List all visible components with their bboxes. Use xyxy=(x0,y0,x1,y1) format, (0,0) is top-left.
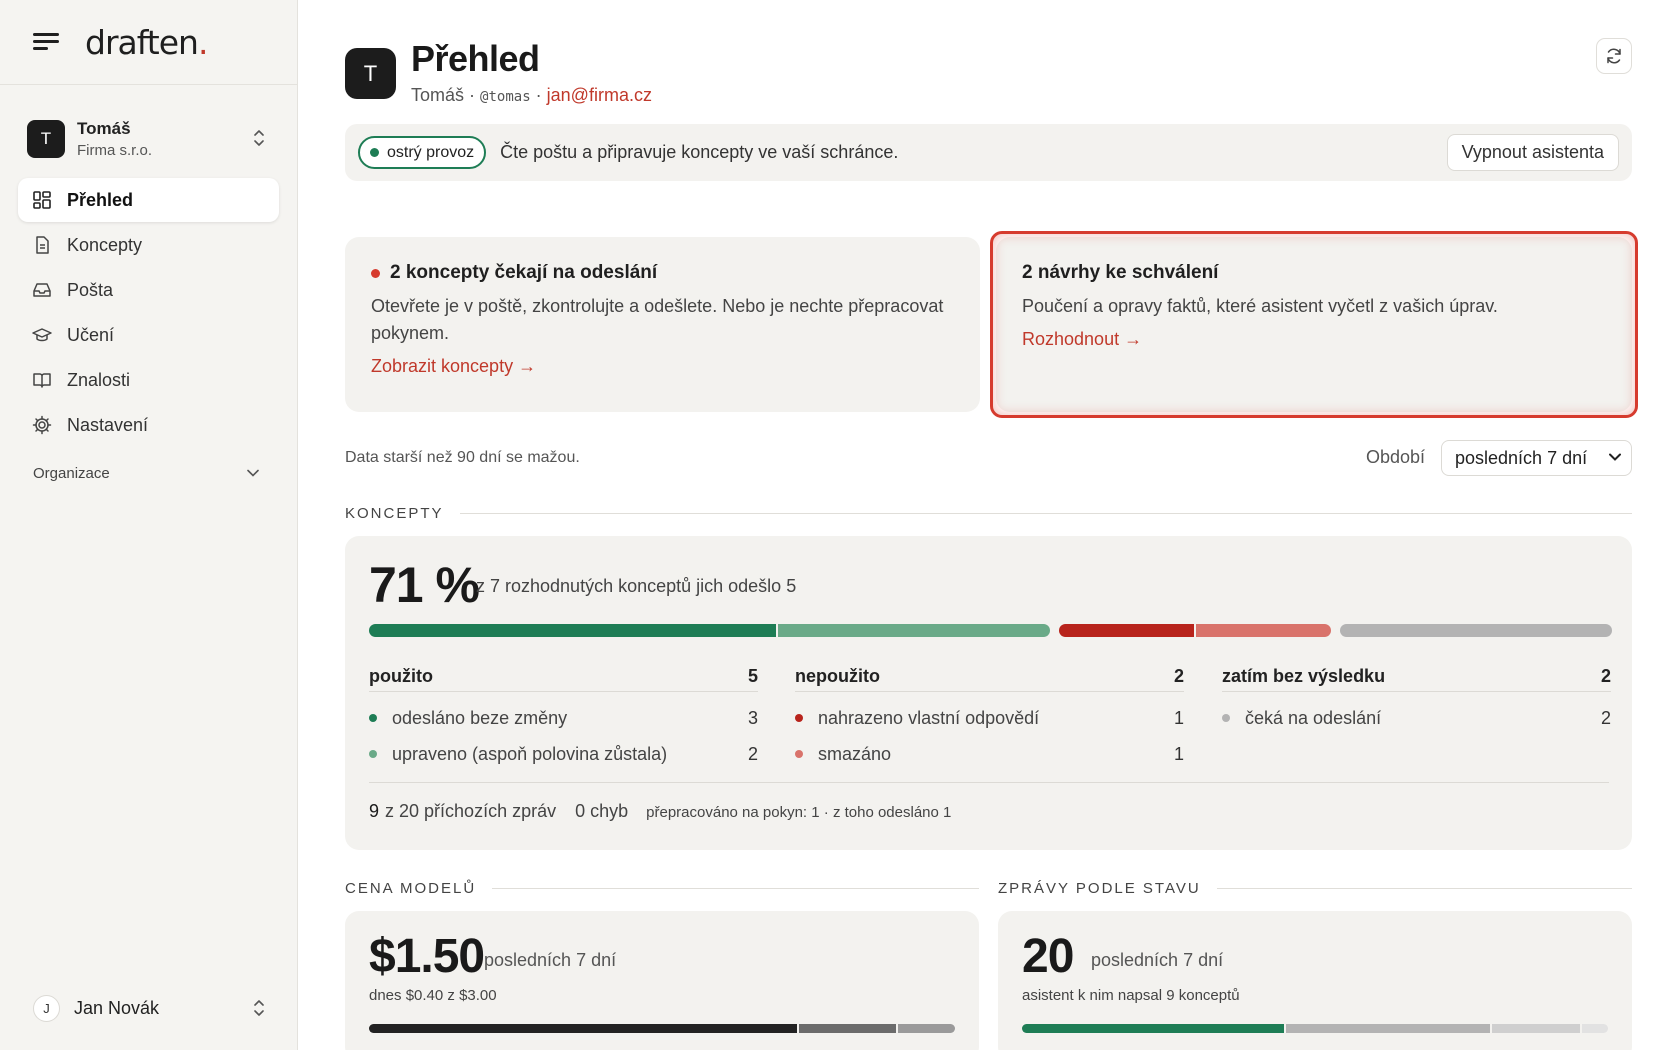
sidebar-item-label: Nastavení xyxy=(67,414,149,435)
user-name: Jan Novák xyxy=(74,997,160,1018)
header-handle: @tomas xyxy=(480,89,531,105)
messages-bar-rest xyxy=(1492,1024,1580,1033)
section-drafts-heading: KONCEPTY xyxy=(345,505,1632,522)
chevron-down-icon xyxy=(1609,453,1621,461)
period-select[interactable]: posledních 7 dní xyxy=(1441,440,1632,476)
main-content: T Přehled Tomáš · @tomas · jan@firma.cz … xyxy=(298,0,1680,1050)
chevron-down-icon xyxy=(247,469,259,477)
messages-bar-drafted xyxy=(1022,1024,1284,1033)
drafts-pending-text: Otevřete je v poště, zkontrolujte a odeš… xyxy=(371,296,944,343)
disable-assistant-button[interactable]: Vypnout asistenta xyxy=(1446,134,1619,171)
organization-section-toggle[interactable]: Organizace xyxy=(0,461,297,485)
stat-row: nahrazeno vlastní odpovědí 1 xyxy=(795,700,1184,736)
book-icon xyxy=(32,370,52,390)
bar-pending xyxy=(1340,624,1612,637)
drafts-stats-card: 71 % z 7 rozhodnutých konceptů jich odeš… xyxy=(345,536,1632,850)
account-name: Tomáš xyxy=(77,119,131,138)
sidebar-item-koncepty[interactable]: Koncepty xyxy=(18,223,279,267)
drafts-success-percent: 71 % xyxy=(369,557,480,613)
cost-bar-today xyxy=(799,1024,896,1033)
chevron-up-down-icon xyxy=(254,1000,264,1016)
status-dot xyxy=(370,148,379,157)
sidebar-item-uceni[interactable]: Učení xyxy=(18,313,279,357)
inbox-icon xyxy=(32,280,52,300)
refresh-button[interactable] xyxy=(1596,38,1632,74)
user-menu[interactable]: J Jan Novák xyxy=(33,992,265,1024)
organization-label: Organizace xyxy=(33,464,110,482)
graduation-cap-icon xyxy=(32,325,52,345)
chevron-up-down-icon xyxy=(254,130,264,146)
bar-edited xyxy=(778,624,1050,637)
section-cost-heading: CENA MODELŮ xyxy=(345,880,979,897)
highlight-outline xyxy=(990,231,1638,418)
sidebar-item-posta[interactable]: Pošta xyxy=(18,268,279,312)
sidebar-item-label: Pošta xyxy=(67,279,114,300)
cost-value: $1.50 xyxy=(369,930,485,983)
stat-row: čeká na odeslání 2 xyxy=(1222,700,1611,736)
period-label: Období xyxy=(1366,447,1426,467)
messages-value: 20 xyxy=(1022,930,1074,983)
brand-header: draften. xyxy=(0,0,297,85)
cost-note: dnes $0.40 z $3.00 xyxy=(369,987,497,1004)
sidebar-item-znalosti[interactable]: Znalosti xyxy=(18,358,279,402)
gear-icon xyxy=(32,415,52,435)
sidebar-item-prehled[interactable]: Přehled xyxy=(18,178,279,222)
document-icon xyxy=(32,235,52,255)
sidebar: draften. T Tomáš Firma s.r.o. Přehled Ko… xyxy=(0,0,298,1050)
sidebar-item-label: Přehled xyxy=(67,189,134,210)
account-avatar: T xyxy=(27,120,65,158)
account-company: Firma s.r.o. xyxy=(77,142,153,159)
messages-by-status-card: 20 posledních 7 dní asistent k nim napsa… xyxy=(998,911,1632,1050)
messages-period: posledních 7 dní xyxy=(1091,950,1224,970)
group-unused: nepoužito 2 nahrazeno vlastní odpovědí 1 s… xyxy=(795,658,1184,772)
user-avatar: J xyxy=(33,994,60,1022)
assistant-status-bar: ostrý provoz Čte poštu a připravuje konc… xyxy=(345,124,1632,181)
sidebar-item-nastaveni[interactable]: Nastavení xyxy=(18,403,279,447)
stat-row: upraveno (aspoň polovina zůstala) 2 xyxy=(369,736,758,772)
messages-bar-other xyxy=(1286,1024,1490,1033)
bar-deleted xyxy=(1196,624,1331,637)
sidebar-item-label: Učení xyxy=(67,324,115,345)
status-text: Čte poštu a připravuje koncepty ve vaší … xyxy=(500,142,899,162)
show-drafts-link[interactable]: Zobrazit koncepty → xyxy=(371,356,536,377)
bar-replaced xyxy=(1059,624,1194,637)
logo: draften. xyxy=(85,22,208,62)
account-switcher[interactable]: T Tomáš Firma s.r.o. xyxy=(0,116,297,162)
sidebar-item-label: Koncepty xyxy=(67,234,143,255)
menu-icon[interactable] xyxy=(33,32,59,52)
stat-row: odesláno beze změny 3 xyxy=(369,700,758,736)
cost-bar-rest xyxy=(898,1024,955,1033)
group-used: použito 5 odesláno beze změny 3 upraveno (… xyxy=(369,658,758,772)
drafts-stats-footer: 9 z 20 příchozích zpráv 0 chyb přepracov… xyxy=(369,782,1609,822)
header-subtitle: Tomáš · @tomas · jan@firma.cz xyxy=(411,85,652,105)
page-title: Přehled xyxy=(411,38,540,79)
refresh-icon xyxy=(1607,48,1621,64)
section-messages-heading: ZPRÁVY PODLE STAVU xyxy=(998,880,1632,897)
group-no-result: zatím bez výsledku 2 čeká na odeslání 2 xyxy=(1222,658,1611,736)
sidebar-nav: Přehled Koncepty Pošta Učení Znalosti Na… xyxy=(0,178,297,447)
status-badge: ostrý provoz xyxy=(358,136,487,169)
messages-note: asistent k nim napsal 9 konceptů xyxy=(1022,987,1240,1004)
model-cost-card: $1.50 posledních 7 dní dnes $0.40 z $3.0… xyxy=(345,911,979,1050)
header-name: Tomáš xyxy=(411,85,465,105)
header-email-link[interactable]: jan@firma.cz xyxy=(547,85,652,105)
stat-row: smazáno 1 xyxy=(795,736,1184,772)
messages-bar-tail xyxy=(1582,1024,1608,1033)
drafts-pending-title: 2 koncepty čekají na odeslání xyxy=(390,262,658,283)
header-avatar: T xyxy=(345,48,396,99)
drafts-pending-card: 2 koncepty čekají na odeslání Otevřete j… xyxy=(345,237,980,412)
sidebar-item-label: Znalosti xyxy=(67,369,131,390)
cost-period: posledních 7 dní xyxy=(484,950,617,970)
bar-sent-unchanged xyxy=(369,624,776,637)
retention-note: Data starší než 90 dní se mažou. xyxy=(345,449,580,466)
alert-dot xyxy=(371,268,380,278)
drafts-success-subtitle: z 7 rozhodnutých konceptů jich odešlo 5 xyxy=(476,576,797,596)
grid-icon xyxy=(32,190,52,210)
cost-bar-used xyxy=(369,1024,797,1033)
